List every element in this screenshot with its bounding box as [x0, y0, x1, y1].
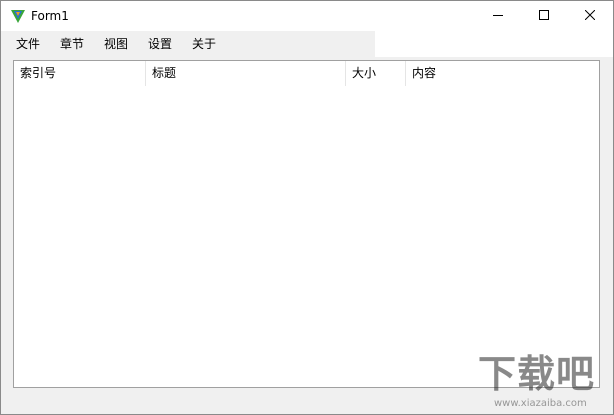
app-shield-icon — [10, 8, 26, 24]
column-header-content[interactable]: 内容 — [406, 61, 599, 86]
menu-view[interactable]: 视图 — [97, 31, 135, 57]
title-bar[interactable]: Form1 — [1, 1, 613, 31]
menu-settings[interactable]: 设置 — [141, 31, 179, 57]
menu-file[interactable]: 文件 — [9, 31, 47, 57]
list-view[interactable]: 索引号 标题 大小 内容 — [13, 60, 600, 388]
menu-bar-background — [375, 31, 613, 57]
menu-about[interactable]: 关于 — [185, 31, 223, 57]
window-title: Form1 — [31, 9, 69, 23]
maximize-icon — [539, 9, 549, 23]
main-window: Form1 文件 章节 视图 设置 关于 索引号 标题 大小 内容 — [0, 0, 614, 415]
close-icon — [584, 9, 596, 23]
column-header-size[interactable]: 大小 — [346, 61, 406, 86]
column-header-title[interactable]: 标题 — [146, 61, 346, 86]
status-bar — [1, 390, 613, 414]
menu-bar: 文件 章节 视图 设置 关于 — [1, 31, 375, 57]
minimize-button[interactable] — [475, 1, 521, 31]
menu-chapter[interactable]: 章节 — [53, 31, 91, 57]
close-button[interactable] — [567, 1, 613, 31]
minimize-icon — [493, 9, 503, 23]
maximize-button[interactable] — [521, 1, 567, 31]
column-header-index[interactable]: 索引号 — [14, 61, 146, 86]
